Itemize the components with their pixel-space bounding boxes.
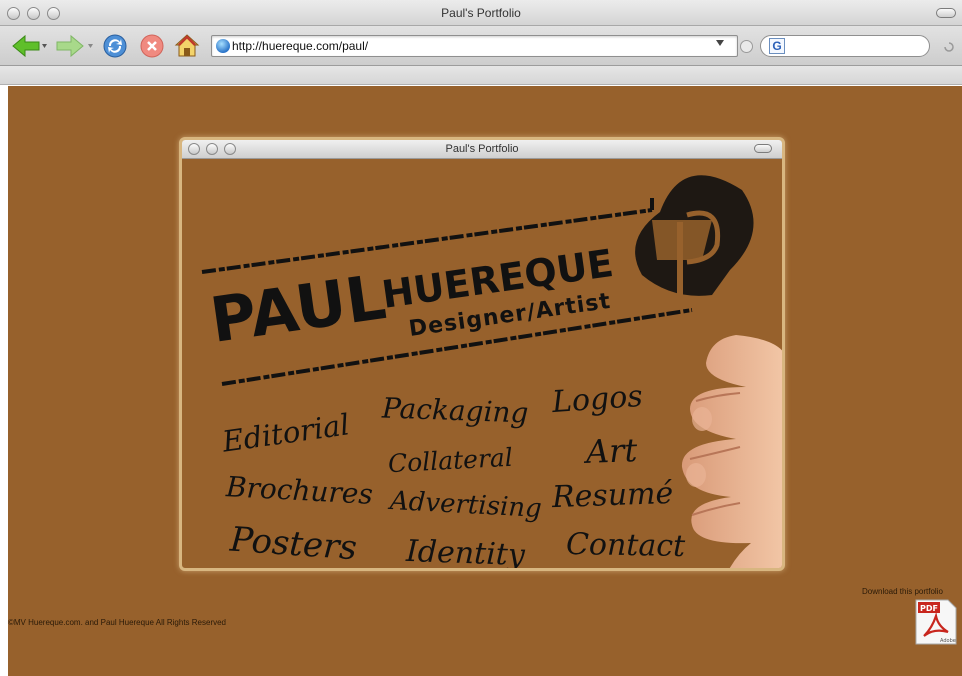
stop-icon [140,34,164,58]
menu-brochures-link[interactable]: Brochures [225,470,373,511]
menu-posters-link[interactable]: Posters [229,520,358,568]
menu-collateral-link[interactable]: Collateral [387,443,513,478]
menu-packaging-link[interactable]: Packaging [381,391,529,429]
menu-contact-link[interactable]: Contact [566,527,686,564]
back-arrow-icon [12,34,47,58]
p-emblem-icon [635,175,754,300]
copyright-text: ©MV Huereque.com. and Paul Huereque All … [8,618,227,627]
forward-arrow-icon [56,34,93,58]
address-bar-url: http://huereque.com/paul/ [232,39,369,53]
mock-pill-button [754,144,772,153]
menu-advertising-link[interactable]: Advertising [389,486,542,524]
snapback-icon[interactable] [942,40,956,54]
menu-resume-link[interactable]: Resumé [551,476,673,515]
google-icon: G [769,38,785,54]
download-portfolio-label[interactable]: Download this portfolio [862,587,943,596]
reload-button[interactable] [101,32,129,60]
home-button[interactable] [173,32,201,60]
menu-editorial-link[interactable]: Editorial [220,407,351,458]
address-history-dropdown[interactable] [716,40,724,46]
toolbar-toggle-button[interactable] [936,8,956,18]
logo-first-name: PAUL [206,260,390,357]
pdf-badge-text: PDF [920,604,938,613]
pdf-icon[interactable]: PDF Adobe [914,598,958,646]
portfolio-mock-window: Paul's Portfolio PAUL HUEREQUE Designer/… [179,137,785,571]
globe-icon [216,39,230,53]
mock-window-title: Paul's Portfolio [445,143,519,155]
back-button[interactable] [8,32,50,60]
bookmarks-bar [0,66,962,85]
hand-image [681,335,782,568]
browser-toolbar: http://huereque.com/paul/ G [0,26,962,66]
window-title: Paul's Portfolio [441,6,521,20]
reload-icon [103,34,127,58]
address-bar[interactable]: http://huereque.com/paul/ [211,35,738,57]
menu-logos-link[interactable]: Logos [551,379,644,420]
browser-titlebar: Paul's Portfolio [0,0,962,26]
forward-button[interactable] [54,32,96,60]
stop-button[interactable] [138,32,166,60]
menu-art-link[interactable]: Art [585,431,638,471]
pdf-maker-text: Adobe [940,638,956,644]
go-button[interactable] [740,40,753,53]
mock-titlebar: Paul's Portfolio [182,140,782,159]
search-input[interactable]: G [760,35,930,57]
menu-identity-link[interactable]: Identity [405,534,525,568]
home-icon [174,34,200,57]
